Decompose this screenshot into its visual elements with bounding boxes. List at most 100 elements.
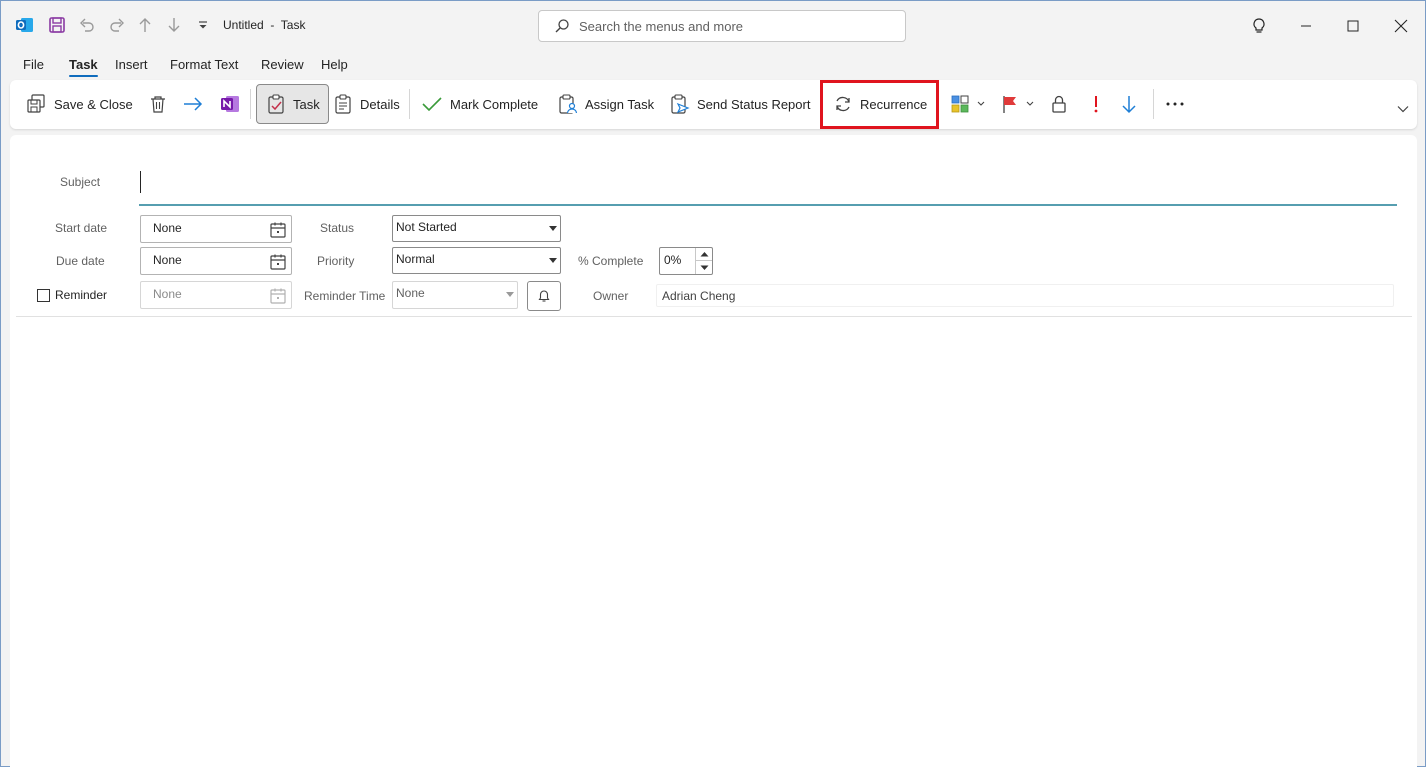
more-commands-button[interactable] <box>1165 88 1185 120</box>
task-form: Subject Start date None Status Not Start… <box>10 135 1417 767</box>
task-clipboard-icon <box>268 94 284 114</box>
ribbon-expand-button[interactable] <box>1397 102 1409 116</box>
low-importance-button[interactable] <box>1121 88 1137 120</box>
reminder-time-dropdown[interactable]: None <box>392 281 518 309</box>
search-icon <box>555 19 569 33</box>
form-divider <box>16 316 1412 317</box>
send-status-icon <box>671 94 690 114</box>
status-dropdown[interactable]: Not Started <box>392 215 561 242</box>
close-button[interactable] <box>1381 11 1421 41</box>
spin-down-button[interactable] <box>695 261 712 274</box>
subject-underline <box>139 204 1397 206</box>
reminder-label: Reminder <box>55 288 108 302</box>
priority-dropdown[interactable]: Normal <box>392 247 561 274</box>
tab-task[interactable]: Task <box>69 57 98 77</box>
status-value: Not Started <box>396 220 457 234</box>
undo-icon[interactable] <box>77 15 97 35</box>
dropdown-arrow-icon <box>549 226 557 231</box>
ellipsis-icon <box>1166 102 1184 106</box>
due-date-label: Due date <box>56 254 105 268</box>
calendar-icon[interactable] <box>269 221 287 239</box>
subject-input[interactable] <box>140 171 1390 201</box>
search-input[interactable] <box>579 16 889 36</box>
delete-button[interactable] <box>148 88 168 120</box>
reminder-sound-button[interactable] <box>527 281 561 311</box>
owner-value: Adrian Cheng <box>662 289 736 303</box>
save-close-label: Save & Close <box>54 96 133 112</box>
save-close-button[interactable]: Save & Close <box>25 88 133 120</box>
tab-review[interactable]: Review <box>261 57 304 72</box>
calendar-icon[interactable] <box>269 253 287 271</box>
lock-icon <box>1052 95 1066 113</box>
window-title: Untitled - Task <box>223 18 306 32</box>
task-view-button[interactable]: Task <box>256 84 329 124</box>
send-status-report-button[interactable]: Send Status Report <box>670 88 810 120</box>
chevron-down-icon <box>1026 101 1034 106</box>
categorize-icon <box>951 95 969 113</box>
task-body-editor[interactable] <box>16 321 1412 761</box>
onenote-button[interactable] <box>219 88 241 120</box>
save-icon[interactable] <box>47 15 67 35</box>
forward-arrow-icon <box>184 97 203 111</box>
exclamation-icon <box>1094 96 1098 113</box>
details-button[interactable]: Details <box>333 88 400 120</box>
reminder-date-field[interactable]: None <box>140 281 292 309</box>
priority-value: Normal <box>396 252 435 266</box>
search-box[interactable] <box>538 10 906 42</box>
tab-format-text[interactable]: Format Text <box>170 57 238 72</box>
minimize-button[interactable] <box>1286 11 1326 41</box>
private-button[interactable] <box>1050 88 1068 120</box>
outlook-logo-icon <box>15 15 35 35</box>
assign-task-button[interactable]: Assign Task <box>558 88 654 120</box>
high-importance-button[interactable] <box>1090 88 1102 120</box>
subject-label: Subject <box>60 175 101 189</box>
owner-field <box>656 284 1394 307</box>
arrow-down-icon[interactable] <box>164 15 184 35</box>
reminder-checkbox[interactable] <box>37 289 50 302</box>
percent-complete-spinner[interactable]: 0% <box>659 247 713 275</box>
menu-tabs: File Task Insert Format Text Review Help <box>1 51 1425 79</box>
tab-help[interactable]: Help <box>321 57 348 72</box>
due-date-field[interactable]: None <box>140 247 292 275</box>
customize-toolbar-icon[interactable] <box>193 15 213 35</box>
calendar-icon[interactable] <box>269 287 287 305</box>
assign-task-label: Assign Task <box>585 96 655 112</box>
start-date-field[interactable]: None <box>140 215 292 243</box>
lightbulb-icon[interactable] <box>1239 11 1279 41</box>
spin-up-button[interactable] <box>695 248 712 261</box>
status-label: Status <box>320 221 355 235</box>
details-clipboard-icon <box>335 94 351 114</box>
flag-icon <box>1003 96 1016 113</box>
arrow-up-icon[interactable] <box>135 15 155 35</box>
forward-button[interactable] <box>182 88 204 120</box>
title-bar: Untitled - Task <box>1 1 1425 51</box>
recurrence-label: Recurrence <box>860 96 928 112</box>
ribbon-separator <box>1153 89 1154 119</box>
task-view-label: Task <box>293 96 320 112</box>
chevron-down-icon <box>977 101 985 106</box>
outlook-task-window: Untitled - Task File Task Insert Format … <box>0 0 1426 767</box>
follow-up-button[interactable] <box>1001 88 1034 120</box>
send-status-report-label: Send Status Report <box>697 96 811 112</box>
dropdown-arrow-icon <box>549 258 557 263</box>
percent-complete-value: 0% <box>664 253 682 267</box>
recurrence-button[interactable]: Recurrence <box>833 88 927 120</box>
reminder-date-value: None <box>153 287 182 301</box>
percent-complete-label: % Complete <box>578 254 644 268</box>
due-date-value: None <box>153 253 182 267</box>
categorize-button[interactable] <box>950 88 985 120</box>
dropdown-arrow-icon <box>506 292 514 297</box>
mark-complete-button[interactable]: Mark Complete <box>421 88 538 120</box>
tab-file[interactable]: File <box>23 57 44 72</box>
ribbon-separator <box>409 89 410 119</box>
priority-label: Priority <box>317 254 355 268</box>
assign-task-icon <box>559 94 578 114</box>
reminder-time-value: None <box>396 286 425 300</box>
owner-label: Owner <box>593 289 629 303</box>
mark-complete-label: Mark Complete <box>450 96 539 112</box>
ribbon-separator <box>250 89 251 119</box>
redo-icon[interactable] <box>107 15 127 35</box>
recurrence-icon <box>836 96 850 112</box>
maximize-button[interactable] <box>1333 11 1373 41</box>
tab-insert[interactable]: Insert <box>115 57 148 72</box>
